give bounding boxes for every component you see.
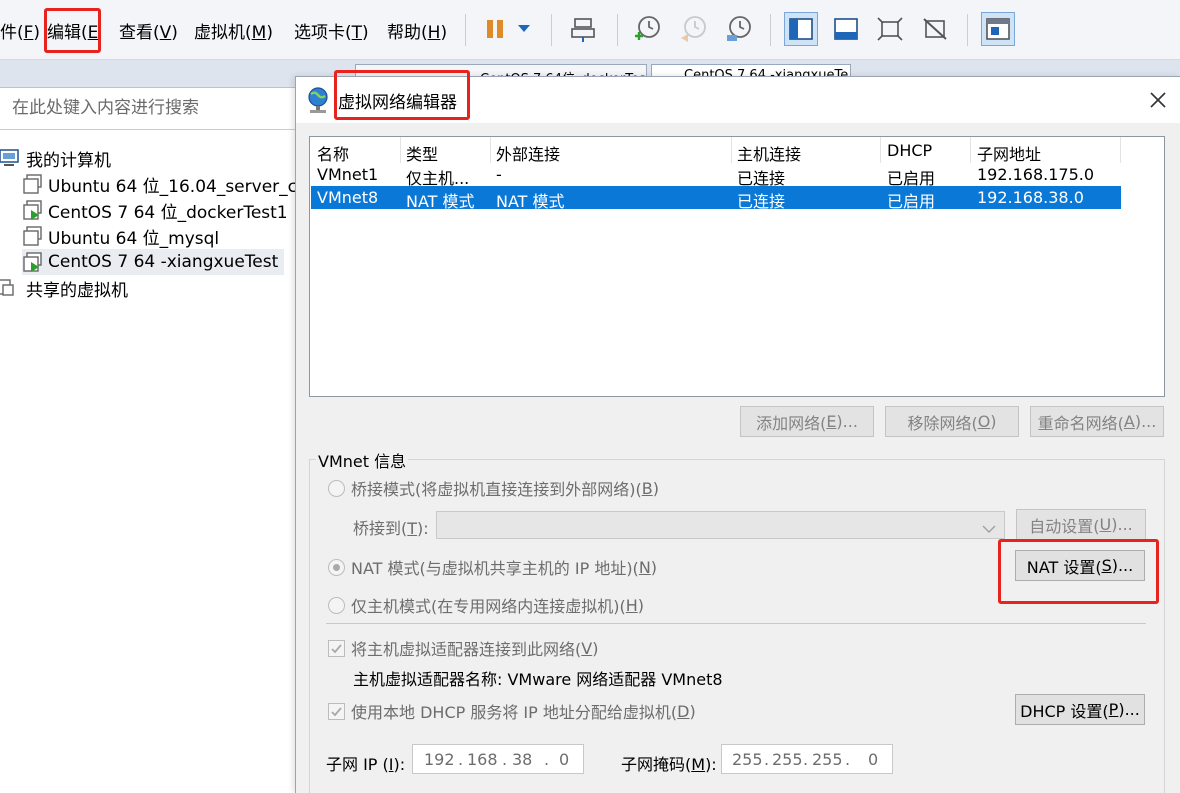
tree-vm-item[interactable]: Ubuntu 64 位_16.04_server_c [22, 171, 297, 197]
menu-toolbar: 件(F) 编辑(E 查看(V) 虚拟机(M) 选项卡(T) 帮助(H) [0, 0, 1180, 60]
nat-mode-radio[interactable]: NAT 模式(与虚拟机共享主机的 IP 地址)(N) [328, 555, 657, 579]
auto-settings-button[interactable]: 自动设置(U)... [1016, 509, 1146, 540]
close-icon[interactable] [1145, 87, 1171, 113]
vm-running-icon [22, 199, 44, 221]
tree-vm-item[interactable]: CentOS 7 64 位_dockerTest1 [22, 197, 288, 223]
network-list[interactable]: 名称 类型 外部连接 主机连接 DHCP 子网地址 VMnet1 仅主机... … [309, 136, 1165, 397]
snapshot-icon[interactable] [630, 12, 664, 46]
tree-label: 共享的虚拟机 [26, 280, 128, 301]
cell-host: 已连接 [737, 192, 786, 211]
toolbar-separator [465, 14, 466, 46]
checkbox[interactable] [328, 639, 345, 657]
column-header-dhcp[interactable]: DHCP [887, 141, 932, 160]
radio-button[interactable] [328, 479, 345, 497]
menu-tabs[interactable]: 选项卡(T) [294, 18, 369, 43]
subnet-ip-label: 子网 IP (I): [326, 755, 406, 774]
vm-icon [22, 225, 44, 247]
cell-external: NAT 模式 [496, 192, 565, 211]
network-globe-icon [306, 86, 330, 118]
shared-vm-icon [0, 277, 22, 299]
tree-label: Ubuntu 64 位_mysql [48, 228, 220, 249]
pause-icon[interactable] [478, 12, 512, 46]
column-header-host[interactable]: 主机连接 [737, 141, 801, 165]
subnet-ip-input[interactable]: 192 . 168 . 38 . 0 [412, 744, 584, 774]
tree-vm-item[interactable]: CentOS 7 64 -xiangxueTest [22, 249, 284, 275]
cell-name: VMnet1 [317, 165, 379, 184]
column-header-subnet[interactable]: 子网地址 [977, 141, 1041, 165]
revert-snapshot-icon[interactable] [676, 12, 710, 46]
menu-edit[interactable]: 编辑(E [47, 18, 98, 43]
tree-vm-item[interactable]: Ubuntu 64 位_mysql [22, 223, 219, 249]
toolbar-separator [770, 14, 771, 46]
send-keys-icon[interactable] [566, 12, 600, 46]
rename-network-button[interactable]: 重命名网络(A)... [1030, 406, 1164, 437]
tree-shared-vms[interactable]: 共享的虚拟机 [0, 275, 128, 301]
table-row-selected[interactable]: VMnet8 NAT 模式 NAT 模式 已连接 已启用 192.168.38.… [311, 186, 1121, 211]
tree-label: CentOS 7 64 -xiangxueTest [48, 252, 279, 272]
connect-adapter-checkbox[interactable]: 将主机虚拟适配器连接到此网络(V) [328, 636, 598, 660]
virtual-network-editor-dialog: 虚拟网络编辑器 名称 类型 外部连接 主机连接 DHCP 子网地址 VMnet1… [295, 76, 1180, 793]
subnet-mask-input[interactable]: 255 . 255 . 255 . 0 [721, 744, 893, 774]
bridge-to-label: 桥接到(T): [353, 519, 429, 538]
toolbar-separator [617, 14, 618, 46]
library-view-icon[interactable] [784, 12, 818, 46]
snapshot-manager-icon[interactable] [722, 12, 756, 46]
computer-icon [0, 147, 22, 169]
group-divider [326, 623, 1146, 624]
menu-vm[interactable]: 虚拟机(M) [194, 18, 273, 43]
use-dhcp-checkbox[interactable]: 使用本地 DHCP 服务将 IP 地址分配给虚拟机(D) [328, 699, 696, 723]
cell-name: VMnet8 [317, 188, 379, 207]
fullscreen-icon[interactable] [873, 12, 907, 46]
remove-network-button[interactable]: 移除网络(O) [885, 406, 1019, 437]
tree-label: 我的计算机 [26, 150, 111, 171]
nat-settings-button[interactable]: NAT 设置(S)... [1015, 550, 1145, 581]
thumbnail-view-icon[interactable] [829, 12, 863, 46]
bridge-to-select[interactable] [436, 511, 1005, 539]
column-header-type[interactable]: 类型 [406, 141, 438, 165]
bridged-mode-radio[interactable]: 桥接模式(将虚拟机直接连接到外部网络)(B) [328, 476, 659, 500]
vmnet-info-title: VMnet 信息 [316, 448, 409, 472]
radio-button[interactable] [328, 596, 345, 614]
add-network-button[interactable]: 添加网络(E)... [740, 406, 874, 437]
cell-type: NAT 模式 [406, 192, 475, 211]
toolbar-separator [551, 14, 552, 46]
cell-subnet: 192.168.175.0 [977, 165, 1095, 184]
host-only-radio[interactable]: 仅主机模式(在专用网络内连接虚拟机)(H) [328, 593, 644, 617]
chevron-down-icon[interactable] [510, 12, 538, 46]
tree-label: Ubuntu 64 位_16.04_server_c [48, 176, 297, 197]
adapter-name-text: 主机虚拟适配器名称: VMware 网络适配器 VMnet8 [353, 670, 723, 689]
checkbox[interactable] [328, 702, 345, 720]
subnet-mask-label: 子网掩码(M): [621, 755, 717, 774]
vm-icon [22, 173, 44, 195]
library-search [0, 88, 296, 130]
menu-help[interactable]: 帮助(H) [387, 18, 447, 43]
library-search-input[interactable] [0, 88, 280, 128]
unity-icon[interactable] [918, 12, 952, 46]
menu-file[interactable]: 件(F) [0, 18, 40, 43]
dialog-title: 虚拟网络编辑器 [338, 93, 457, 113]
radio-button-selected[interactable] [328, 558, 345, 576]
vm-running-icon [22, 251, 44, 273]
cell-external: - [496, 165, 502, 184]
console-view-icon[interactable] [981, 12, 1015, 46]
tree-label: CentOS 7 64 位_dockerTest1 [48, 202, 288, 223]
column-header-name[interactable]: 名称 [317, 141, 349, 165]
cell-dhcp: 已启用 [887, 192, 936, 211]
chevron-down-icon [982, 519, 996, 538]
dhcp-settings-button[interactable]: DHCP 设置(P)... [1015, 694, 1145, 725]
dialog-title-bar: 虚拟网络编辑器 [296, 77, 1180, 123]
cell-subnet: 192.168.38.0 [977, 188, 1084, 207]
column-header-external[interactable]: 外部连接 [496, 141, 560, 165]
table-row[interactable]: VMnet1 仅主机... - 已连接 已启用 192.168.175.0 [311, 163, 1121, 188]
menu-view[interactable]: 查看(V) [119, 18, 178, 43]
tree-my-computer[interactable]: 我的计算机 [0, 145, 111, 171]
toolbar-separator [967, 14, 968, 46]
